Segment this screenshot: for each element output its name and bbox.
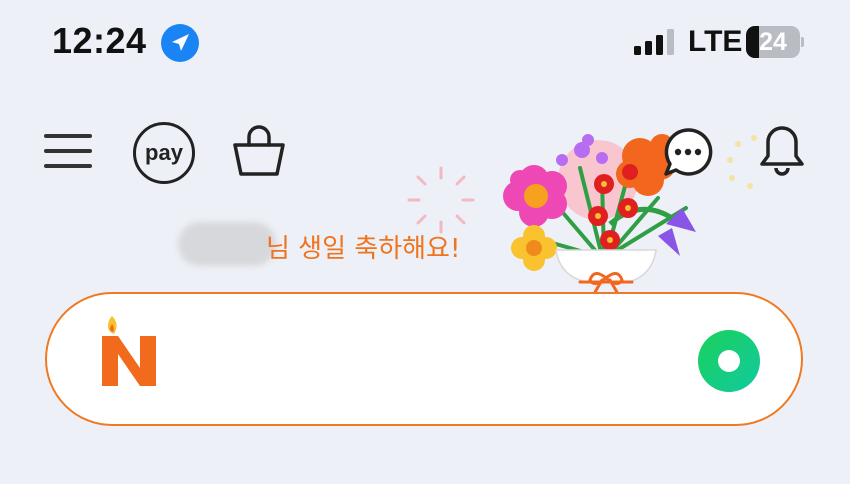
status-time: 12:24	[52, 20, 147, 61]
search-input[interactable]	[217, 334, 701, 388]
location-arrow-icon	[161, 24, 199, 62]
cellular-signal-icon	[634, 29, 674, 55]
naver-n-birthday-logo[interactable]	[98, 312, 160, 388]
blurred-username	[178, 222, 276, 266]
bell-icon[interactable]	[752, 120, 812, 180]
birthday-message: 님 생일 축하해요!	[266, 234, 461, 264]
green-lens-icon[interactable]	[695, 327, 763, 395]
battery-icon: 24	[746, 26, 804, 58]
battery-level-text: 24	[759, 28, 787, 56]
sparkle-icon	[407, 166, 475, 234]
chat-bubble-icon[interactable]	[660, 124, 716, 180]
pay-button[interactable]: pay	[133, 122, 195, 184]
shopping-bag-icon[interactable]	[230, 123, 288, 179]
pay-label: pay	[145, 140, 183, 165]
network-type-label: LTE	[688, 25, 743, 58]
hamburger-menu-icon[interactable]	[44, 130, 92, 172]
